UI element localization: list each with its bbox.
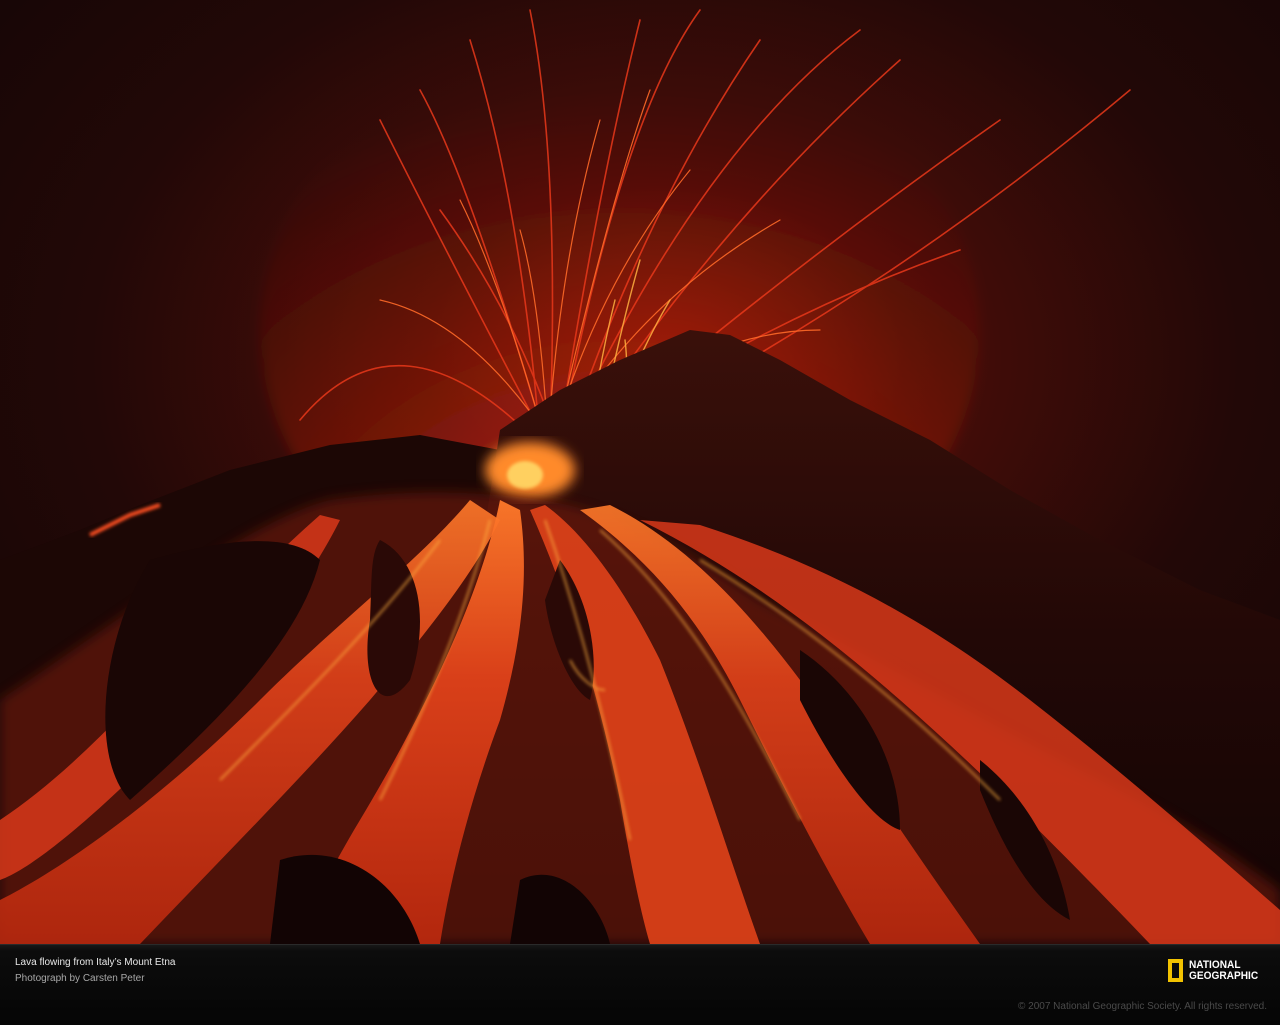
- national-geographic-logo: NATIONAL GEOGRAPHIC: [1167, 956, 1264, 985]
- volcano-illustration: [0, 0, 1280, 944]
- logo-line-2: GEOGRAPHIC: [1188, 969, 1258, 982]
- caption-bar: Lava flowing from Italy’s Mount Etna Pho…: [0, 944, 1280, 1025]
- copyright-notice: © 2007 National Geographic Society. All …: [1018, 1001, 1267, 1012]
- caption-title: Lava flowing from Italy’s Mount Etna: [15, 957, 176, 968]
- logo-wordmark: NATIONAL GEOGRAPHIC: [1188, 959, 1258, 982]
- yellow-frame-icon: [1167, 959, 1183, 982]
- crater-vent: [507, 461, 543, 489]
- photo-credit: Photograph by Carsten Peter: [15, 973, 145, 984]
- volcano-photograph: [0, 0, 1280, 944]
